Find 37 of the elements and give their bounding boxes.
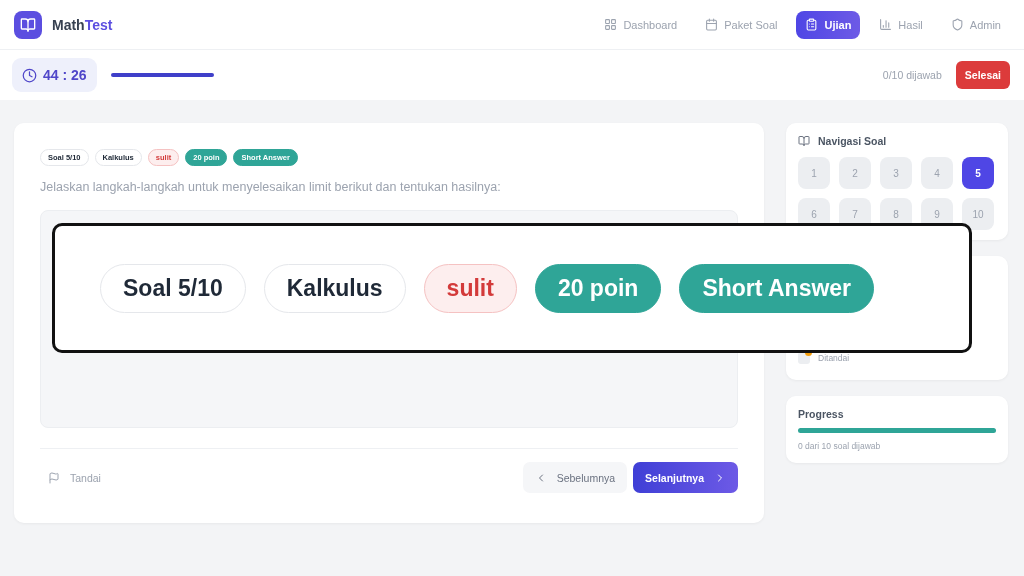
shield-icon	[950, 18, 964, 31]
clipboard-icon	[805, 18, 819, 31]
question-number[interactable]: 4	[921, 157, 953, 189]
nav-tab[interactable]: Paket Soal	[696, 10, 787, 39]
question-number[interactable]: 10	[962, 198, 994, 230]
book-icon	[20, 16, 36, 33]
flag-icon	[48, 471, 60, 484]
card-title: Navigasi Soal	[818, 135, 887, 147]
progress-caption: 0 dari 10 soal dijawab	[798, 441, 882, 451]
bar-chart-icon	[879, 18, 893, 31]
book-icon	[798, 135, 810, 147]
timer: 44 : 26	[12, 58, 97, 92]
tag: sulit	[423, 263, 517, 313]
question-number[interactable]: 3	[880, 157, 912, 189]
answered-count: 0/10 dijawab	[882, 69, 942, 81]
question-text: Jelaskan langkah-langkah untuk menyelesaikan limit berikut dan tentukan hasilnya:	[40, 180, 502, 194]
next-button[interactable]: Selanjutnya	[633, 462, 738, 493]
calendar-icon	[705, 18, 719, 31]
question-number[interactable]: 2	[839, 157, 871, 189]
question-number[interactable]: 5	[962, 157, 994, 189]
clock-icon	[22, 67, 37, 83]
nav-tab[interactable]: Ujian	[796, 10, 861, 39]
legend-label: Ditandai	[818, 353, 850, 363]
flag-button[interactable]: Tandai	[40, 462, 109, 493]
nav-tab[interactable]: Hasil	[870, 10, 932, 39]
tag: Soal 5/10	[100, 263, 246, 313]
tag: Kalkulus	[263, 263, 406, 313]
previous-button[interactable]: Sebelumnya	[522, 462, 628, 493]
finish-button[interactable]: Selesai	[955, 61, 1010, 89]
card-title: Progress	[798, 408, 845, 420]
tag: Short Answer	[679, 263, 875, 313]
nav-tab[interactable]: Admin	[941, 10, 1010, 39]
tag: 20 poin	[534, 263, 662, 313]
grid-icon	[604, 18, 618, 31]
app-name: MathTest	[52, 16, 113, 33]
question-number[interactable]: 1	[798, 157, 830, 189]
nav-tab[interactable]: Dashboard	[595, 10, 687, 39]
